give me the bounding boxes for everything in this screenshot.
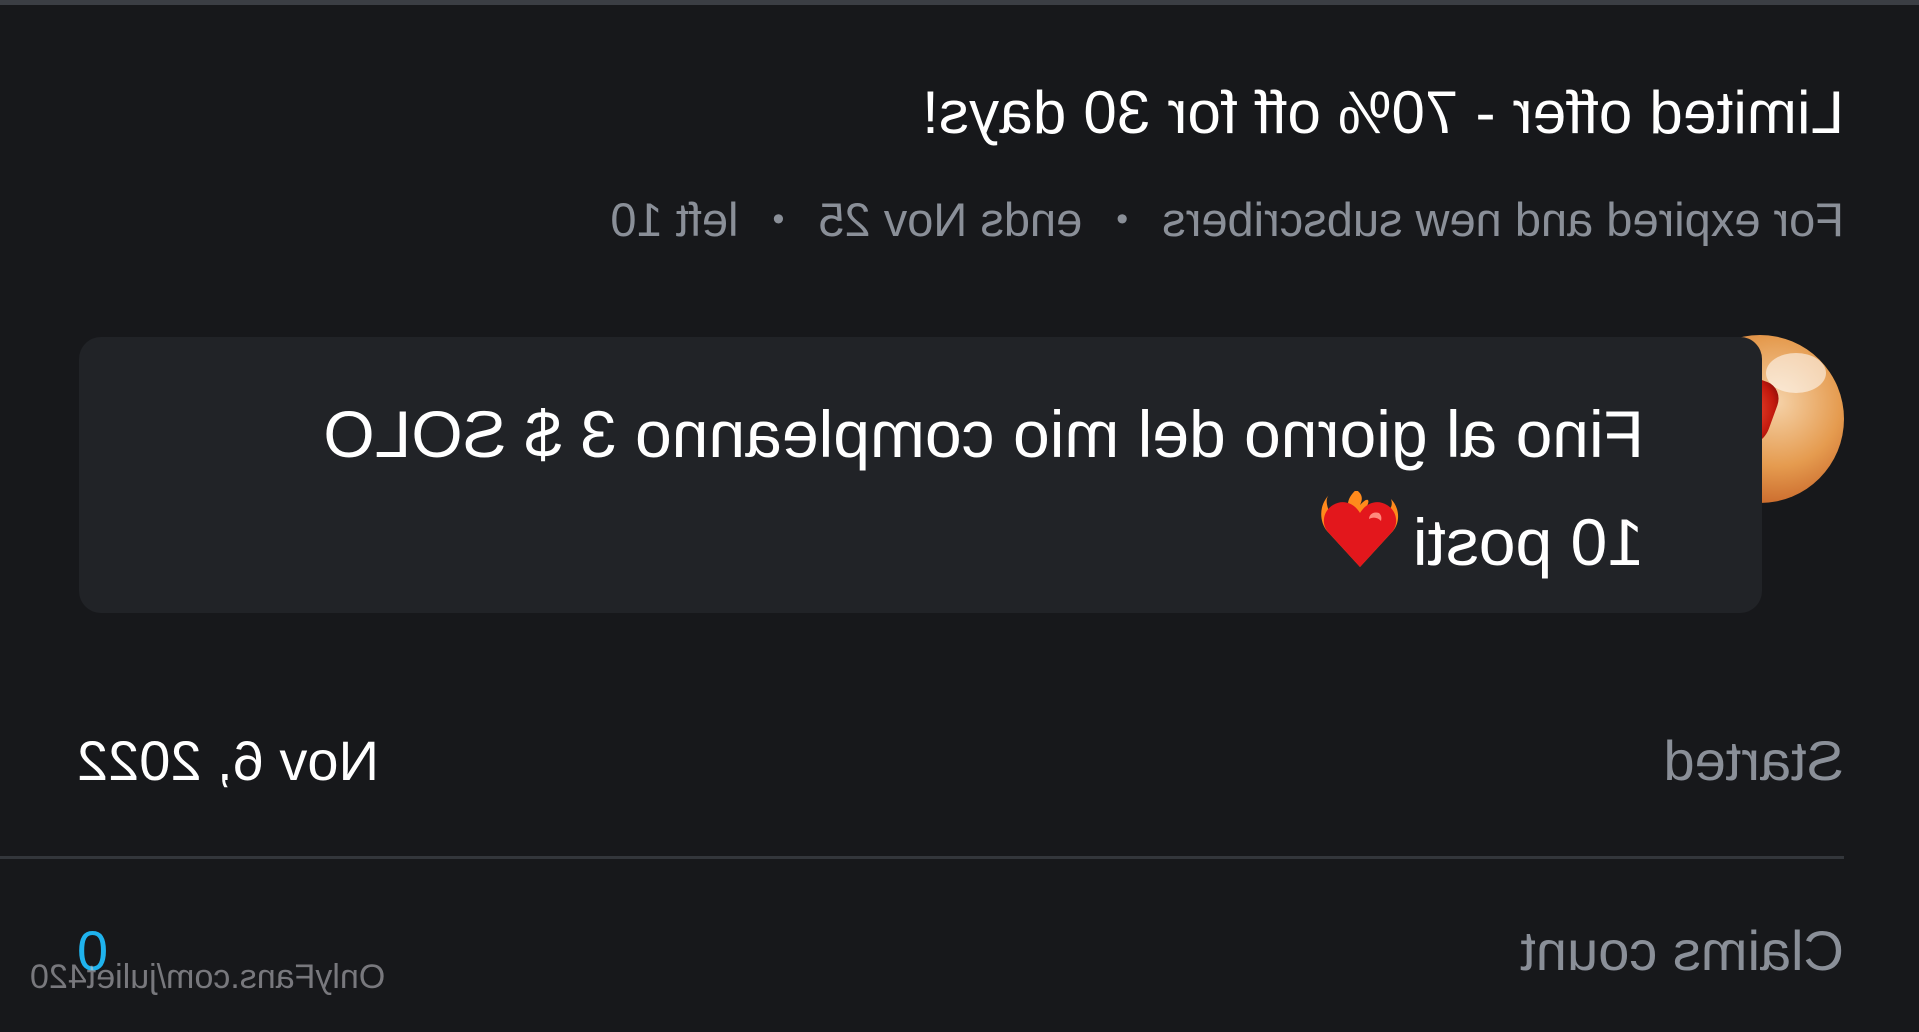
meta-separator: • (1116, 200, 1129, 238)
claims-count-label: Claims count (1520, 919, 1844, 982)
heart-on-fire-icon (1321, 489, 1399, 606)
offer-audience: For expired and new subscribers (1162, 193, 1844, 246)
meta-separator: • (772, 200, 785, 238)
offer-end-date: ends Nov 25 (818, 193, 1083, 246)
message-line-2-wrap: 10 posti (214, 488, 1644, 606)
message-line-2: 10 posti (1412, 505, 1644, 579)
row-divider (0, 856, 1844, 859)
offer-remaining: left 10 (610, 193, 739, 246)
offer-title: Limited offer - 70% off for 30 days! (921, 79, 1844, 146)
message-text: Fino al giorno del mio compleanno 3 $ SO… (214, 380, 1644, 606)
offer-meta: For expired and new subscribers • ends N… (610, 192, 1844, 247)
started-value: Nov 6, 2022 (77, 729, 379, 792)
watermark: OnlyFans.com/juliet420 (30, 958, 386, 996)
message-line-1: Fino al giorno del mio compleanno 3 $ SO… (323, 397, 1644, 471)
mirrored-offer-card: Limited offer - 70% off for 30 days! For… (0, 0, 1919, 1032)
started-label: Started (1663, 729, 1844, 792)
